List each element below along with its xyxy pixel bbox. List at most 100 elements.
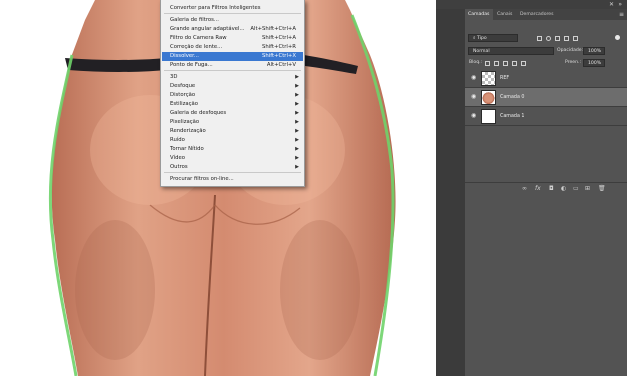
menu-item-galeria-de-desfoques[interactable]: Galeria de desfoques ▶ <box>162 109 303 118</box>
filter-toggle-icon[interactable] <box>615 35 620 40</box>
menu-item-ponto-de-fuga[interactable]: Ponto de Fuga... Alt+Ctrl+V <box>162 61 303 70</box>
lock-label: Bloq.: <box>469 60 483 65</box>
fx-icon[interactable]: fx <box>535 185 541 192</box>
menu-separator <box>164 172 301 173</box>
menu-item-label: Correção de lente... <box>170 44 223 50</box>
submenu-arrow-icon: ▶ <box>295 119 299 125</box>
menu-item-label: Outros <box>170 164 188 170</box>
submenu-arrow-icon: ▶ <box>295 155 299 161</box>
submenu-arrow-icon: ▶ <box>295 128 299 134</box>
layer-thumbnail <box>481 90 496 105</box>
panel-gutter <box>436 9 465 376</box>
menu-item-label: Desfoque <box>170 83 196 89</box>
filter-kind-select[interactable]: ⌕ Tipo <box>468 34 518 42</box>
submenu-arrow-icon: ▶ <box>295 137 299 143</box>
menu-item-label: Filtro do Camera Raw <box>170 35 227 41</box>
menu-item-filtro-do-camera-raw[interactable]: Filtro do Camera Raw Shift+Ctrl+A <box>162 34 303 43</box>
layers-panel-dock: ✕ » Camadas Canais Demarcadores ≡ ⌕ Tipo… <box>436 0 627 376</box>
menu-item-label: Converter para Filtros Inteligentes <box>170 5 261 11</box>
submenu-arrow-icon: ▶ <box>295 110 299 116</box>
link-icon[interactable]: ∞ <box>522 185 527 192</box>
menu-item-label: Vídeo <box>170 155 185 161</box>
menu-item-ruido[interactable]: Ruído ▶ <box>162 136 303 145</box>
panel-menu-icon[interactable]: ≡ <box>619 9 624 20</box>
tab-layers[interactable]: Camadas <box>465 9 493 20</box>
menu-item-desfoque[interactable]: Desfoque ▶ <box>162 82 303 91</box>
menu-item-renderizacao[interactable]: Renderização ▶ <box>162 127 303 136</box>
layer-name: Camada 1 <box>500 114 525 119</box>
menu-item-label: Renderização <box>170 128 206 134</box>
menu-item-label: Galeria de desfoques <box>170 110 227 116</box>
shape-filter-icon[interactable] <box>564 36 569 41</box>
menu-item-estilizacao[interactable]: Estilização ▶ <box>162 100 303 109</box>
layer-thumbnail <box>481 71 496 86</box>
menu-separator <box>164 13 301 14</box>
menu-item-3d[interactable]: 3D ▶ <box>162 73 303 82</box>
fill-label: Preen.: <box>565 60 582 65</box>
adjustment-filter-icon[interactable] <box>546 36 551 41</box>
lock-artboard-icon[interactable] <box>512 61 517 66</box>
menu-item-correcao-de-lente[interactable]: Correção de lente... Shift+Ctrl+R <box>162 43 303 52</box>
filter-menu: Converter para Filtros Inteligentes Galer… <box>160 0 305 187</box>
menu-item-label: 3D <box>170 74 178 80</box>
layer-row-camada-0[interactable]: ◉ Camada 0 <box>465 88 627 107</box>
pixel-filter-icon[interactable] <box>537 36 542 41</box>
eye-icon[interactable]: ◉ <box>471 113 477 119</box>
menu-item-grande-angular-adaptavel[interactable]: Grande angular adaptável... Alt+Shift+Ctr… <box>162 25 303 34</box>
layer-name: REF <box>500 76 510 81</box>
fill-field[interactable]: 100% <box>583 59 605 67</box>
lock-transparent-icon[interactable] <box>485 61 490 66</box>
menu-item-converter-para-filtros-inteligentes[interactable]: Converter para Filtros Inteligentes <box>162 4 303 13</box>
dock-title-strip: ✕ » <box>436 0 627 9</box>
close-icon[interactable]: ✕ <box>609 0 614 9</box>
menu-item-procurar-filtros-on-line[interactable]: Procurar filtros on-line... <box>162 175 303 184</box>
menu-item-shortcut: Shift+Ctrl+R <box>261 44 296 50</box>
layer-filter-row: ⌕ Tipo <box>465 33 627 43</box>
tab-paths[interactable]: Demarcadores <box>517 9 555 20</box>
collapse-icon[interactable]: » <box>618 0 622 9</box>
layers-list: ◉ REF ◉ Camada 0 ◉ Camada 1 <box>465 69 627 133</box>
blend-mode-select[interactable]: Normal <box>468 47 554 55</box>
smart-object-filter-icon[interactable] <box>573 36 578 41</box>
menu-item-shortcut: Alt+Shift+Ctrl+A <box>250 26 296 32</box>
lock-position-icon[interactable] <box>503 61 508 66</box>
menu-item-label: Estilização <box>170 101 199 107</box>
layers-bottom-bar: ∞ fx ◘ ◐ ▭ ⊞ 🗑 <box>465 182 627 194</box>
layers-panel: Camadas Canais Demarcadores ≡ ⌕ Tipo Nor… <box>465 9 627 376</box>
lock-image-icon[interactable] <box>494 61 499 66</box>
eye-icon[interactable]: ◉ <box>471 75 477 81</box>
group-folder-icon[interactable]: ▭ <box>573 185 579 192</box>
layer-row-ref[interactable]: ◉ REF <box>465 69 627 88</box>
layer-name: Camada 0 <box>500 95 525 100</box>
new-layer-icon[interactable]: ⊞ <box>585 185 590 192</box>
submenu-arrow-icon: ▶ <box>295 164 299 170</box>
trash-icon[interactable]: 🗑 <box>598 185 606 192</box>
tab-channels[interactable]: Canais <box>494 9 514 20</box>
menu-item-label: Tornar Nítido <box>170 146 204 152</box>
submenu-arrow-icon: ▶ <box>295 74 299 80</box>
menu-item-tornar-nitido[interactable]: Tornar Nítido ▶ <box>162 145 303 154</box>
menu-item-distorcao[interactable]: Distorção ▶ <box>162 91 303 100</box>
menu-item-shortcut: Shift+Ctrl+X <box>262 53 296 59</box>
type-filter-icon[interactable] <box>555 36 560 41</box>
menu-item-video[interactable]: Vídeo ▶ <box>162 154 303 163</box>
menu-item-dissolver[interactable]: Dissolver... Shift+Ctrl+X <box>162 52 303 61</box>
lock-all-icon[interactable] <box>521 61 526 66</box>
menu-item-label: Procurar filtros on-line... <box>170 176 234 182</box>
lock-row: Bloq.: Preen.: 100% <box>465 58 627 68</box>
opacity-field[interactable]: 100% <box>583 47 605 55</box>
menu-item-galeria-de-filtros[interactable]: Galeria de filtros... <box>162 16 303 25</box>
submenu-arrow-icon: ▶ <box>295 92 299 98</box>
mask-icon[interactable]: ◘ <box>549 185 554 192</box>
menu-item-pixelizacao[interactable]: Pixelização ▶ <box>162 118 303 127</box>
menu-separator <box>164 70 301 71</box>
menu-item-label: Dissolver... <box>170 53 199 59</box>
blend-row: Normal Opacidade: 100% <box>465 46 627 56</box>
menu-item-outros[interactable]: Outros ▶ <box>162 163 303 172</box>
eye-icon[interactable]: ◉ <box>471 94 477 100</box>
menu-item-label: Galeria de filtros... <box>170 17 219 23</box>
menu-item-label: Grande angular adaptável... <box>170 26 245 32</box>
menu-item-shortcut: Shift+Ctrl+A <box>262 35 296 41</box>
adjustment-icon[interactable]: ◐ <box>561 185 566 192</box>
layer-row-camada-1[interactable]: ◉ Camada 1 <box>465 107 627 126</box>
